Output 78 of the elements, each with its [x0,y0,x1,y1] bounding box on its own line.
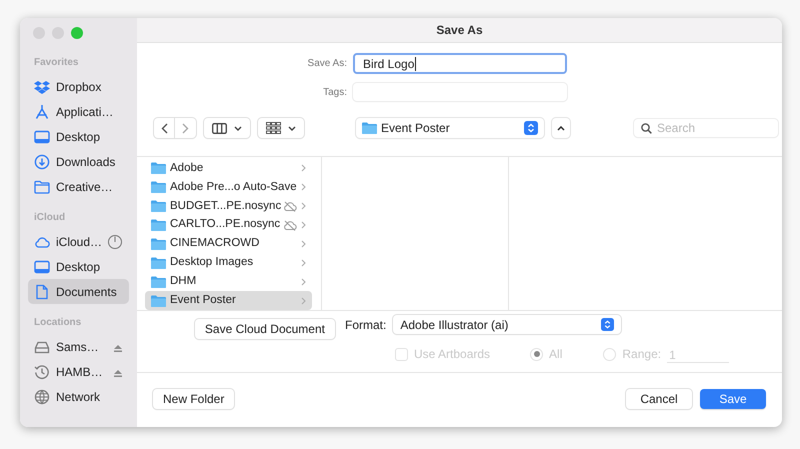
chevron-right-icon [301,183,306,192]
sidebar-item[interactable]: Desktop [28,254,129,279]
chevron-right-icon [301,202,306,210]
folder-icon [151,162,166,174]
format-popup[interactable]: Adobe Illustrator (ai) [393,315,622,334]
up-button[interactable] [552,118,570,138]
save-button[interactable]: Save [700,389,766,409]
history-icon [34,364,50,380]
section-header: Favorites [33,56,80,70]
folder-icon [151,238,166,250]
sidebar-item[interactable]: iCloud… [28,229,129,254]
format-value: Adobe Illustrator (ai) [400,316,510,334]
zoom-button[interactable] [71,27,83,39]
desktop-icon [34,258,50,274]
compass-icon [34,104,50,120]
document-icon [34,284,50,300]
folder-icon [151,181,166,194]
chevron-right-icon [301,164,306,172]
tags-label: Tags: [322,86,347,100]
folder-icon [34,178,50,194]
format-label: Format: [345,316,386,334]
chevron-right-icon [301,258,306,267]
sidebar-item[interactable]: Desktop [28,124,129,149]
folder-icon [151,219,166,232]
save-as-field[interactable]: Bird Logo [353,53,567,74]
sidebar-item[interactable]: Documents [28,279,129,304]
chevron-right-icon [301,278,306,286]
folder-row[interactable]: Event Poster [145,291,312,310]
download-icon [34,154,50,170]
save-as-label: Save As: [306,57,347,71]
folder-icon [151,294,166,307]
folder-row[interactable]: Desktop Images [145,253,312,272]
location-popup[interactable]: Event Poster [356,118,544,138]
chevron-right-icon [301,221,306,230]
folder-row[interactable]: CARLTO...PE.nosync [145,216,312,234]
location-name: Event Poster [381,120,451,137]
sidebar-item[interactable]: Network [28,384,129,409]
cancel-button[interactable]: Cancel [626,389,692,409]
folder-icon [151,276,166,288]
sidebar-item[interactable]: Applicati… [28,99,129,124]
folder-row[interactable]: CINEMACROWD [145,234,312,254]
sidebar-item[interactable]: Creative… [28,174,129,199]
dropbox-icon [34,78,50,94]
back-icon[interactable] [160,122,168,134]
save-cloud-document-button[interactable]: Save Cloud Document [194,319,335,339]
search-field[interactable]: Search [634,119,778,137]
view-mode-button[interactable] [204,118,250,138]
search-input: Search [657,119,767,137]
chevron-right-icon [301,240,306,248]
stepper-icon [524,121,538,135]
section-header: iCloud [33,211,66,225]
save-as-value: Bird Logo [363,56,416,70]
folder-row[interactable]: BUDGET...PE.nosync [145,196,312,216]
folder-icon [151,200,166,212]
group-button[interactable] [258,118,304,138]
globe-icon [34,388,50,404]
new-folder-button[interactable]: New Folder [153,389,234,409]
forward-icon[interactable] [182,122,189,134]
columns-icon [212,122,227,134]
window-title: Save As [436,22,483,39]
chevron-down-icon [234,126,242,130]
chevron-down-icon [288,126,296,130]
folder-row[interactable]: Adobe Pre...o Auto-Save [145,178,312,197]
stepper-icon [601,318,614,331]
sidebar-item[interactable]: Dropbox [28,74,129,99]
sidebar-item[interactable]: Downloads [28,149,129,174]
folder-row[interactable]: DHM [145,272,312,292]
search-icon [641,122,652,134]
grid-icon [266,122,281,134]
chevron-right-icon [301,296,306,305]
folder-icon [362,122,377,134]
chevron-up-icon [557,126,565,130]
section-header: Locations [33,316,82,330]
sidebar-item[interactable]: HAMB… [28,359,129,384]
folder-row[interactable]: Adobe [145,159,312,178]
desktop-icon [34,128,50,144]
sidebar-item[interactable]: Sams… [28,334,129,359]
folder-icon [151,256,166,269]
